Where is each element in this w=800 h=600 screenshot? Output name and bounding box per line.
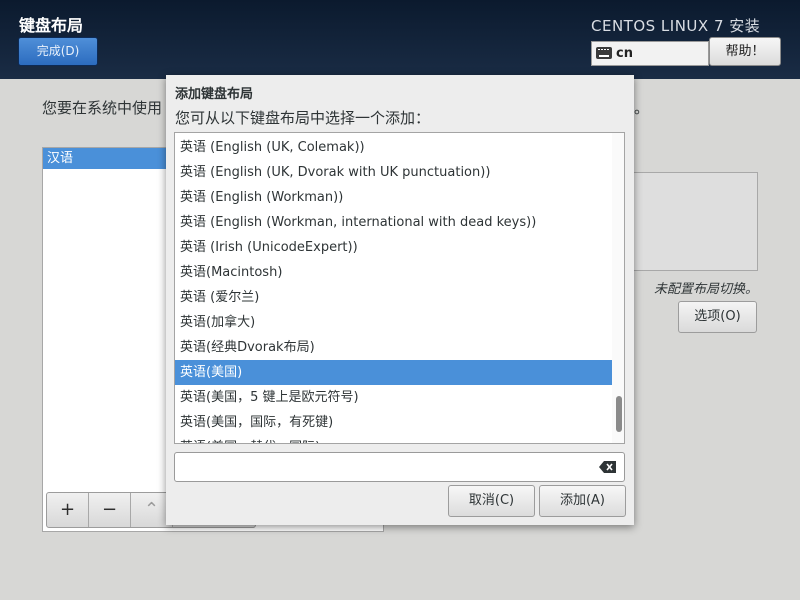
options-button[interactable]: 选项(O) — [678, 301, 757, 333]
cancel-button[interactable]: 取消(C) — [448, 485, 535, 517]
layout-option[interactable]: 英语 (Irish (UnicodeExpert)) — [175, 235, 612, 260]
layout-option[interactable]: 英语(加拿大) — [175, 310, 612, 335]
keyboard-layout-indicator[interactable]: cn — [591, 41, 709, 66]
layout-option[interactable]: 英语 (English (UK, Dvorak with UK punctuat… — [175, 160, 612, 185]
top-header: 键盘布局 完成(D) CENTOS LINUX 7 安装 cn 帮助！ — [0, 0, 800, 79]
help-button[interactable]: 帮助！ — [709, 37, 781, 66]
layout-option[interactable]: 英语 (English (Workman, international with… — [175, 210, 612, 235]
clear-text-icon[interactable] — [599, 461, 616, 473]
page-title: 键盘布局 — [19, 16, 84, 35]
layout-option[interactable]: 英语 (English (Workman)) — [175, 185, 612, 210]
layouts-scrollbar[interactable] — [612, 133, 624, 443]
add-keyboard-layout-dialog: 添加键盘布局 您可从以下键盘布局中选择一个添加： 英语(美国，替代，国际)英语(… — [166, 75, 634, 525]
layout-option[interactable]: 英语 (爱尔兰) — [175, 285, 612, 310]
keyboard-icon — [596, 47, 612, 59]
layout-option[interactable]: 英语(美国，5 键上是欧元符号) — [175, 385, 612, 410]
add-layout-button[interactable]: + — [47, 493, 89, 527]
layout-switch-status: 未配置布局切换。 — [654, 282, 759, 297]
selected-layout-item[interactable]: 汉语 — [43, 148, 167, 169]
layout-option[interactable]: 英语(美国) — [175, 360, 612, 385]
layout-instruction-text: 您要在系统中使用 — [42, 99, 163, 117]
dialog-prompt: 您可从以下键盘布局中选择一个添加： — [175, 109, 431, 127]
layout-option[interactable]: 英语(美国，替代，国际) — [175, 435, 612, 443]
scrollbar-thumb[interactable] — [616, 396, 622, 432]
available-layouts-list[interactable]: 英语(美国，替代，国际)英语(美国，国际，有死键)英语(美国，5 键上是欧元符号… — [174, 132, 625, 444]
dialog-title: 添加键盘布局 — [175, 87, 254, 102]
keyboard-layout-code: cn — [616, 46, 633, 61]
layout-search-input[interactable] — [181, 458, 595, 478]
layout-option[interactable]: 英语 (English (UK, Colemak)) — [175, 135, 612, 160]
product-title: CENTOS LINUX 7 安装 — [591, 17, 761, 35]
layout-option[interactable]: 英语(Macintosh) — [175, 260, 612, 285]
layout-option[interactable]: 英语(美国，国际，有死键) — [175, 410, 612, 435]
remove-layout-button[interactable]: − — [89, 493, 131, 527]
layout-instruction-end: 。 — [634, 99, 650, 117]
layout-preview-area — [626, 172, 758, 271]
add-button[interactable]: 添加(A) — [539, 485, 626, 517]
done-button[interactable]: 完成(D) — [18, 37, 98, 66]
layout-search-field[interactable] — [174, 452, 625, 482]
layout-option[interactable]: 英语(经典Dvorak布局) — [175, 335, 612, 360]
